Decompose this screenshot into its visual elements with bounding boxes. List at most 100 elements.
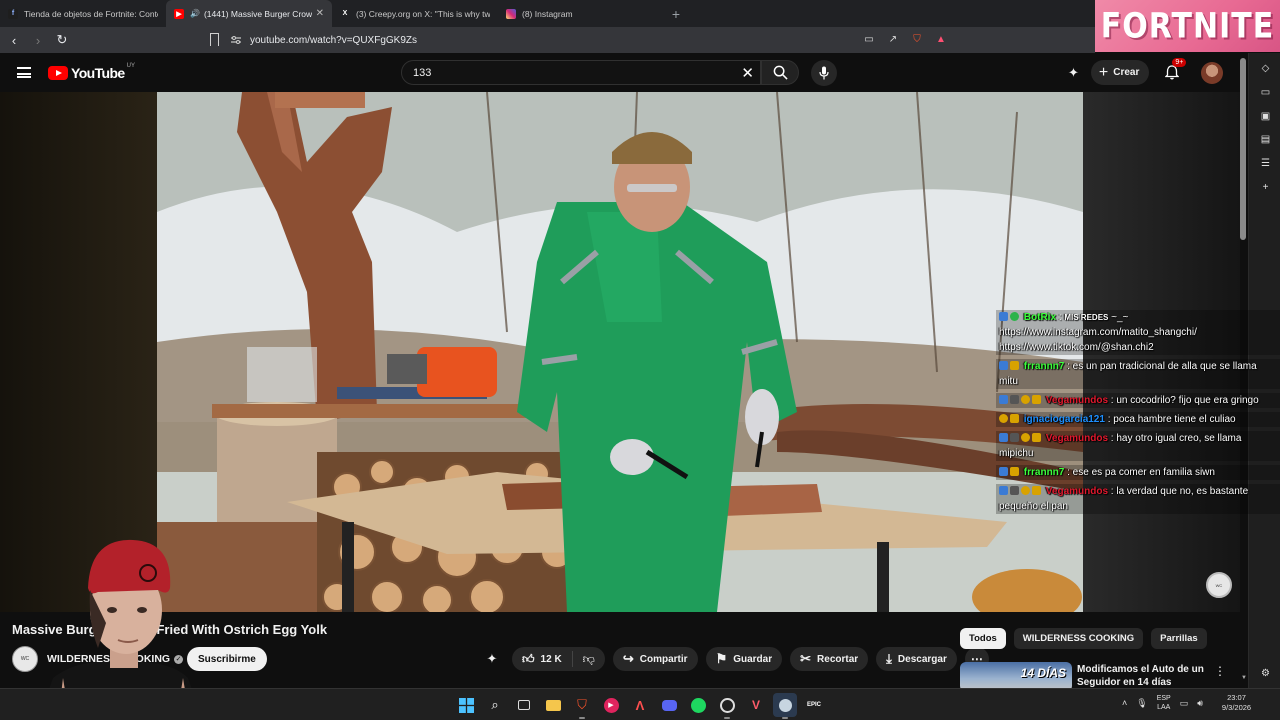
file-explorer-icon[interactable] <box>541 693 565 717</box>
scroll-down-arrow-icon[interactable]: ▼ <box>1241 675 1247 681</box>
tab-youtube-active[interactable]: ▶ 🔊 (1441) Massive Burger Crown ✕ <box>166 0 332 27</box>
forward-button[interactable]: › <box>28 30 48 50</box>
account-avatar[interactable] <box>1201 61 1224 84</box>
back-button[interactable]: ‹ <box>4 30 24 50</box>
page-scrollbar[interactable] <box>1240 58 1246 240</box>
valorant-icon[interactable]: V <box>744 693 768 717</box>
chat-message: Vegamundos : hay otro igual creo, se lla… <box>996 431 1280 461</box>
chat-text: : un cocodrilo? fijo que era gringo <box>1108 395 1259 406</box>
tray-overflow-icon[interactable]: ˄ <box>1122 698 1127 708</box>
platform-badge-icon <box>999 361 1008 370</box>
bookmarks-panel-icon[interactable]: ▤ <box>1259 133 1272 146</box>
instagram-favicon-icon <box>506 8 516 19</box>
address-bar-actions: ▭ ↗ ⛉ ▲ <box>862 32 948 46</box>
share-button[interactable]: ↪ Compartir <box>612 647 698 671</box>
chat-username: ignaciogarcia121 <box>1023 414 1105 425</box>
sub-tier-badge-icon <box>1010 414 1019 423</box>
network-icon[interactable]: ▭ <box>1180 698 1189 709</box>
chip-grills[interactable]: Parrillas <box>1151 628 1207 649</box>
speaker-icon[interactable]: 🔊 <box>190 9 200 18</box>
brave-browser-icon[interactable]: ⛉ <box>570 693 594 719</box>
recommended-menu-icon[interactable]: ⋮ <box>1214 664 1226 678</box>
chat-message: Vegamundos : la verdad que no, es bastan… <box>996 484 1280 514</box>
subscriber-badge-icon <box>1021 395 1030 404</box>
volume-icon[interactable]: 🔊︎ <box>1197 698 1203 709</box>
video-player[interactable] <box>157 92 1083 612</box>
search-input[interactable]: 133 ✕ <box>401 60 761 85</box>
browser-tabstrip: f Tienda de objetos de Fortnite: Conte ▶… <box>0 0 1095 27</box>
recommended-title[interactable]: Modificamos el Auto de un Seguidor en 14… <box>1077 663 1217 689</box>
leo-ai-icon[interactable]: ◇ <box>1259 62 1272 75</box>
reading-list-icon[interactable]: ▭ <box>1259 86 1272 99</box>
thumbnail-text: 14 DÍAS <box>1020 666 1066 680</box>
bookmark-icon[interactable] <box>210 33 219 46</box>
screen: f Tienda de objetos de Fortnite: Conte ▶… <box>0 0 1280 720</box>
language-indicator[interactable]: ESP LAA <box>1157 694 1171 712</box>
share-page-icon[interactable]: ↗ <box>886 32 900 46</box>
tab-instagram[interactable]: (8) Instagram <box>498 0 664 27</box>
search-button[interactable] <box>761 60 799 85</box>
brave-rewards-icon[interactable]: ▲ <box>934 32 948 46</box>
taskbar-search-icon[interactable]: ⌕ <box>483 693 507 717</box>
notifications-button[interactable]: 9+ <box>1163 57 1187 82</box>
site-settings-icon[interactable] <box>230 35 242 45</box>
fortnite-logo-overlay: FORTNITE <box>1095 0 1280 52</box>
save-button[interactable]: ⚑ Guardar <box>705 647 783 671</box>
tab-close-icon[interactable]: ✕ <box>316 8 324 19</box>
url-text: youtube.com/watch?v=QUXFgGK9Zs <box>250 34 418 46</box>
chat-message: ignaciogarcia121 : poca hambre tiene el … <box>996 412 1280 427</box>
task-view-icon[interactable] <box>512 693 536 717</box>
media-player-icon[interactable]: ▶ <box>599 693 623 717</box>
cast-icon[interactable]: ▭ <box>862 32 876 46</box>
chip-channel[interactable]: WILDERNESS COOKING <box>1013 628 1144 649</box>
history-icon[interactable]: ☰ <box>1259 157 1272 170</box>
recommended-video[interactable]: 14 DÍAS Modificamos el Auto de un Seguid… <box>960 660 1240 690</box>
create-button[interactable]: + Crear <box>1090 60 1150 85</box>
side-panel-settings-icon[interactable]: ⚙ <box>1259 667 1272 680</box>
steam-icon[interactable] <box>773 693 797 719</box>
obs-studio-icon[interactable] <box>715 693 739 719</box>
reload-button[interactable]: ↻ <box>52 30 72 50</box>
thumbs-up-icon: 👍︎ <box>522 651 535 666</box>
add-panel-icon[interactable]: + <box>1259 181 1272 194</box>
create-label: Crear <box>1113 67 1140 78</box>
channel-watermark-icon[interactable]: WC <box>1206 572 1232 598</box>
platform-badge-icon <box>999 433 1008 442</box>
subscriber-badge-icon <box>1021 486 1030 495</box>
video-actions: ✦ 👍︎ 12 K 👎︎ ↪ Compartir ⚑ Guardar ✂ Rec… <box>480 647 989 671</box>
ask-ai-icon[interactable]: ✦ <box>480 647 504 671</box>
recommended-thumbnail[interactable]: 14 DÍAS <box>960 662 1072 690</box>
adobe-app-icon[interactable]: Λ <box>628 693 652 717</box>
url-field[interactable]: youtube.com/watch?v=QUXFgGK9Zs <box>230 31 950 49</box>
voice-search-button[interactable] <box>811 60 837 86</box>
taskbar-clock[interactable]: 23:07 9/3/2026 <box>1222 693 1251 713</box>
clip-label: Recortar <box>817 653 859 665</box>
like-button[interactable]: 👍︎ 12 K <box>512 651 573 667</box>
tab-title: Tienda de objetos de Fortnite: Conte <box>24 8 158 19</box>
tab-fortnite-shop[interactable]: f Tienda de objetos de Fortnite: Conte <box>0 0 166 27</box>
tab-x-creepy[interactable]: X (3) Creepy.org on X: "This is why two <box>332 0 498 27</box>
chat-message: frrannn7 : es un pan tradicional de alla… <box>996 359 1280 389</box>
save-label: Guardar <box>733 653 773 665</box>
clear-search-icon[interactable]: ✕ <box>741 64 754 82</box>
youtube-play-icon <box>48 66 68 80</box>
new-tab-button[interactable]: + <box>664 0 688 27</box>
mic-tray-icon[interactable]: 🎙︎ <box>1136 698 1147 709</box>
chip-all[interactable]: Todos <box>960 628 1006 649</box>
chat-text: : poca hambre tiene el culiao <box>1104 414 1236 425</box>
chat-text: : ese es pa comer en familia siwn <box>1064 467 1215 478</box>
windows-start-icon[interactable] <box>454 693 478 717</box>
dislike-button[interactable]: 👎︎ <box>573 652 605 667</box>
brave-shield-icon[interactable]: ⛉ <box>910 32 924 46</box>
youtube-logo[interactable]: YouTube UY <box>48 63 135 81</box>
spotify-icon[interactable] <box>686 693 710 717</box>
menu-icon[interactable] <box>17 67 31 78</box>
bell-icon <box>1165 65 1180 80</box>
ai-sparkle-icon[interactable]: ✦ <box>1068 65 1079 81</box>
clip-button[interactable]: ✂ Recortar <box>790 647 869 671</box>
discord-icon[interactable] <box>657 693 681 717</box>
download-button[interactable]: ⤓ Descargar <box>876 647 957 671</box>
wallet-icon[interactable]: ▣ <box>1259 110 1272 123</box>
download-label: Descargar <box>897 653 947 665</box>
epic-games-icon[interactable]: EPIC <box>802 693 826 717</box>
